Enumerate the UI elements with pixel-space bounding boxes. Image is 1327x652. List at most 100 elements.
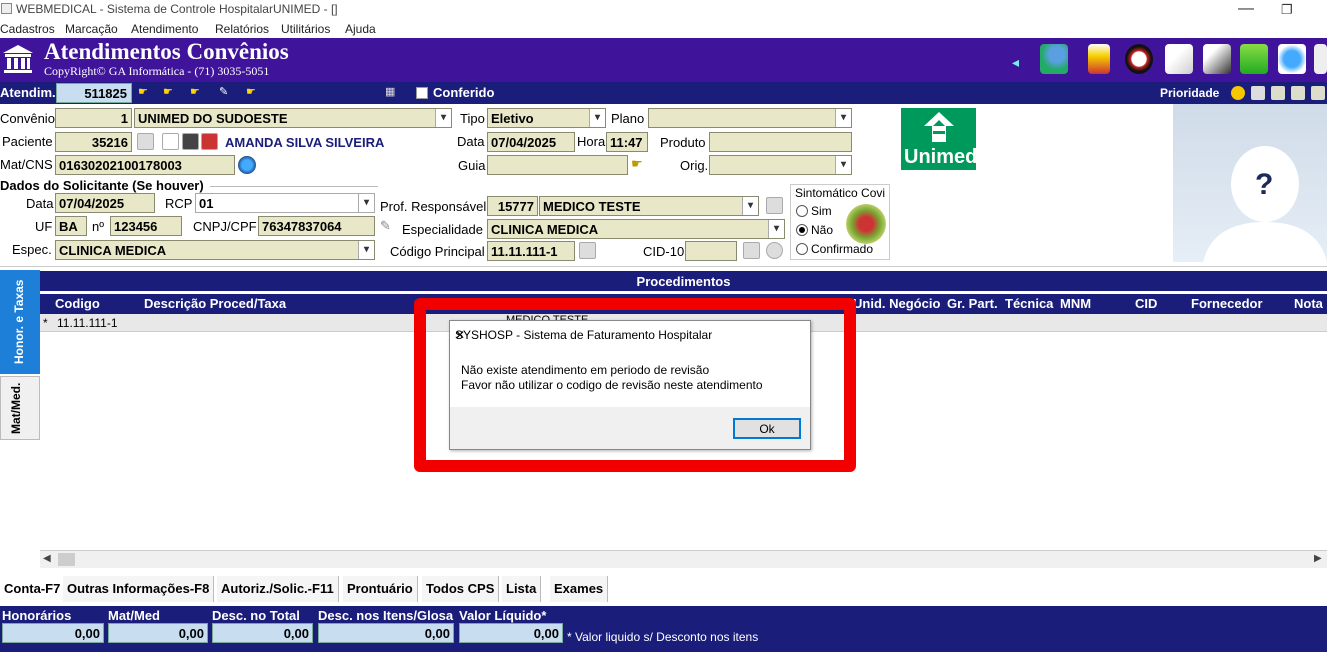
binoculars-icon[interactable] [137,133,154,150]
col-codigo[interactable]: Codigo [55,296,100,311]
no-entry-icon[interactable] [1125,44,1153,74]
restore-button[interactable]: ❐ [1281,2,1293,18]
cid-field[interactable] [685,241,737,261]
back-arrow-icon[interactable]: ◂ [1012,54,1019,71]
col-unid-negocio[interactable]: Unid. Negócio [853,296,940,311]
cnpj-field[interactable]: 76347837064 [258,216,375,236]
chevron-down-icon[interactable]: ▾ [589,109,605,127]
nav-edit-icon[interactable]: ✎ [219,87,232,98]
binoculars-icon[interactable] [766,197,783,214]
hora-field[interactable]: 11:47 [606,132,648,152]
chevron-down-icon[interactable]: ▾ [358,194,374,212]
menu-atendimento[interactable]: Atendimento [131,22,198,36]
nav-new-icon[interactable]: ☛ [190,87,203,98]
internet-icon[interactable] [1278,44,1306,74]
radio-confirmado[interactable] [796,243,808,255]
tool-icon-3[interactable] [1311,86,1325,100]
col-mnm[interactable]: MNM [1060,296,1091,311]
settings-icon[interactable] [766,242,783,259]
plano-select[interactable]: ▾ [648,108,852,128]
conferido-checkbox[interactable] [416,87,428,99]
tool-icon-2[interactable] [1291,86,1305,100]
globe-icon[interactable] [238,156,256,174]
menu-relatorios[interactable]: Relatórios [215,22,269,36]
chevron-down-icon[interactable]: ▾ [835,109,851,127]
print-icon[interactable] [201,133,218,150]
nav-first-icon[interactable]: ☛ [138,87,151,98]
codigo-principal-field[interactable]: 11.11.111-1 [487,241,575,261]
prof-select[interactable]: MEDICO TESTE ▾ [539,196,759,216]
calculator-icon[interactable]: ▦ [385,87,398,98]
caduceus-icon[interactable] [1088,44,1110,74]
col-fornecedor[interactable]: Fornecedor [1191,296,1263,311]
tab-autoriz-solic[interactable]: Autoriz./Solic.-F11 [217,576,339,602]
user-add-icon[interactable] [1040,44,1068,74]
tab-honor-taxas[interactable]: Honor. e Taxas [0,270,40,374]
tab-todos-cps[interactable]: Todos CPS [422,576,500,602]
menu-utilitarios[interactable]: Utilitários [281,22,330,36]
tab-lista[interactable]: Lista [502,576,542,602]
col-nota[interactable]: Nota [1294,296,1323,311]
atendim-number-field[interactable]: 511825 [56,83,132,103]
orig-select[interactable]: ▾ [709,155,852,175]
ok-button[interactable]: Ok [733,418,801,439]
col-cid[interactable]: CID [1135,296,1157,311]
produto-field[interactable] [709,132,852,152]
uf-field[interactable]: BA [55,216,87,236]
convenio-select[interactable]: UNIMED DO SUDOESTE ▾ [134,108,452,128]
matcns-field[interactable]: 01630202100178003 [55,155,235,175]
radio-sim[interactable] [796,205,808,217]
handshake-icon[interactable] [1203,44,1231,74]
minimize-button[interactable]: — [1238,0,1254,18]
chevron-down-icon[interactable]: ▾ [435,109,451,127]
scroll-right-icon[interactable]: ▶ [1314,553,1322,564]
scroll-thumb[interactable] [58,553,75,566]
chevron-down-icon[interactable]: ▾ [768,220,784,238]
rcp-select[interactable]: 01 ▾ [195,193,375,213]
cell-codigo[interactable]: 11.11.111-1 [57,316,118,330]
binoculars-icon[interactable] [579,242,596,259]
data-field[interactable]: 07/04/2025 [487,132,575,152]
printer-icon[interactable] [1165,44,1193,74]
tab-exames[interactable]: Exames [550,576,609,602]
col-descricao[interactable]: Descrição Proced/Taxa [144,296,286,311]
sms-icon[interactable] [1240,44,1268,74]
tab-prontuario[interactable]: Prontuário [343,576,418,602]
patient-photo[interactable]: ? [1173,104,1327,262]
nav-prev-icon[interactable]: ☛ [163,87,176,98]
tab-conta[interactable]: Conta-F7 [0,576,66,602]
especialidade-select[interactable]: CLINICA MEDICA ▾ [487,219,785,239]
close-icon[interactable]: ✕ [455,328,802,342]
guia-field[interactable] [487,155,628,175]
menu-marcacao[interactable]: Marcação [65,22,118,36]
col-gr-part[interactable]: Gr. Part. [947,296,998,311]
pointer-icon[interactable]: ☛ [631,156,643,172]
n-field[interactable]: 123456 [110,216,182,236]
scroll-left-icon[interactable]: ◀ [43,553,51,564]
nav-next-icon[interactable]: ☛ [246,87,259,98]
document-icon[interactable] [162,133,179,150]
binoculars-icon[interactable] [743,242,760,259]
espec-select[interactable]: CLINICA MEDICA ▾ [55,240,375,260]
horizontal-scrollbar[interactable]: ◀ ▶ [40,550,1327,568]
tool-icon-1[interactable] [1271,86,1285,100]
tab-matmed[interactable]: Mat/Med. [0,376,40,440]
col-tecnica[interactable]: Técnica [1005,296,1053,311]
menu-ajuda[interactable]: Ajuda [345,22,376,36]
chevron-down-icon[interactable]: ▾ [742,197,758,215]
help-icon[interactable] [1231,86,1245,100]
grid-icon[interactable] [1251,86,1265,100]
card-icon[interactable] [182,133,199,150]
sol-data-field[interactable]: 07/04/2025 [55,193,155,213]
chevron-down-icon[interactable]: ▾ [358,241,374,259]
pen-icon[interactable]: ✎ [380,218,391,234]
tipo-select[interactable]: Eletivo ▾ [487,108,606,128]
prof-code-field[interactable]: 15777 [487,196,538,216]
tab-outras-informacoes[interactable]: Outras Informações-F8 [63,576,215,602]
chevron-down-icon[interactable]: ▾ [835,156,851,174]
document-icon[interactable] [1314,44,1327,74]
paciente-code-field[interactable]: 35216 [55,132,132,152]
radio-nao[interactable] [796,224,808,236]
menu-cadastros[interactable]: Cadastros [0,22,55,36]
convenio-code-field[interactable]: 1 [55,108,132,128]
